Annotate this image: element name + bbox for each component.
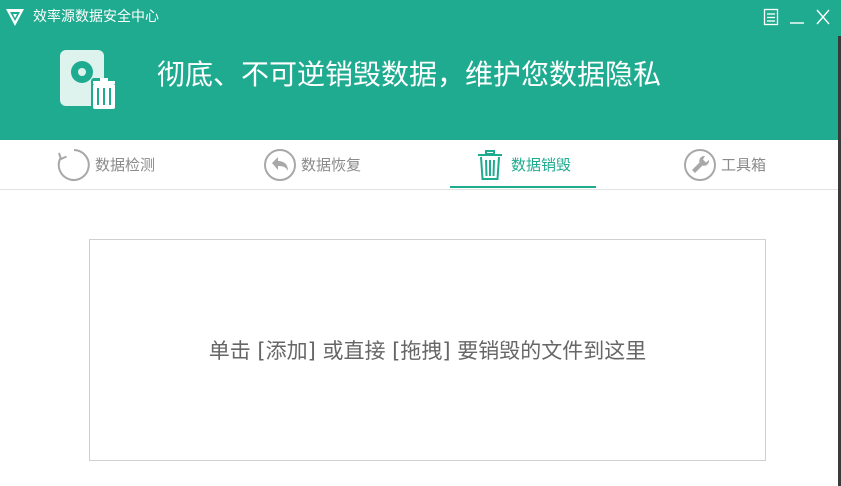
title-bar: 效率源数据安全中心	[0, 0, 841, 36]
tab-label: 数据销毁	[511, 156, 572, 174]
drop-zone-hint: 单击 [添加] 或直接 [拖拽] 要销毁的文件到这里	[208, 339, 647, 363]
tab-bar: 数据检测 数据恢复 数据销毁 工具箱	[0, 140, 841, 190]
tab-toolbox[interactable]: 工具箱	[683, 140, 766, 189]
minimize-button[interactable]	[787, 6, 807, 28]
menu-icon	[763, 8, 779, 26]
tab-label: 数据检测	[95, 156, 156, 174]
refresh-circle-icon	[57, 148, 90, 181]
wrench-icon	[684, 148, 716, 181]
hard-drive-trash-icon	[60, 50, 117, 110]
minimize-icon	[790, 22, 804, 24]
close-icon	[816, 9, 830, 25]
close-button[interactable]	[813, 6, 833, 28]
menu-button[interactable]	[761, 6, 781, 28]
tab-data-detect[interactable]: 数据检测	[57, 140, 155, 189]
trash-icon	[478, 149, 502, 180]
tab-label: 工具箱	[721, 156, 767, 174]
tab-data-destroy[interactable]: 数据销毁	[473, 140, 571, 189]
app-logo-icon	[6, 9, 24, 26]
banner: 彻底、不可逆销毁数据，维护您数据隐私	[0, 36, 841, 140]
tab-data-recover[interactable]: 数据恢复	[263, 140, 361, 189]
banner-headline: 彻底、不可逆销毁数据，维护您数据隐私	[157, 58, 662, 91]
tab-label: 数据恢复	[301, 156, 362, 174]
app-title: 效率源数据安全中心	[33, 9, 159, 25]
undo-circle-icon	[264, 148, 296, 181]
file-drop-zone[interactable]: 单击 [添加] 或直接 [拖拽] 要销毁的文件到这里	[89, 239, 766, 461]
active-tab-indicator	[450, 186, 596, 188]
